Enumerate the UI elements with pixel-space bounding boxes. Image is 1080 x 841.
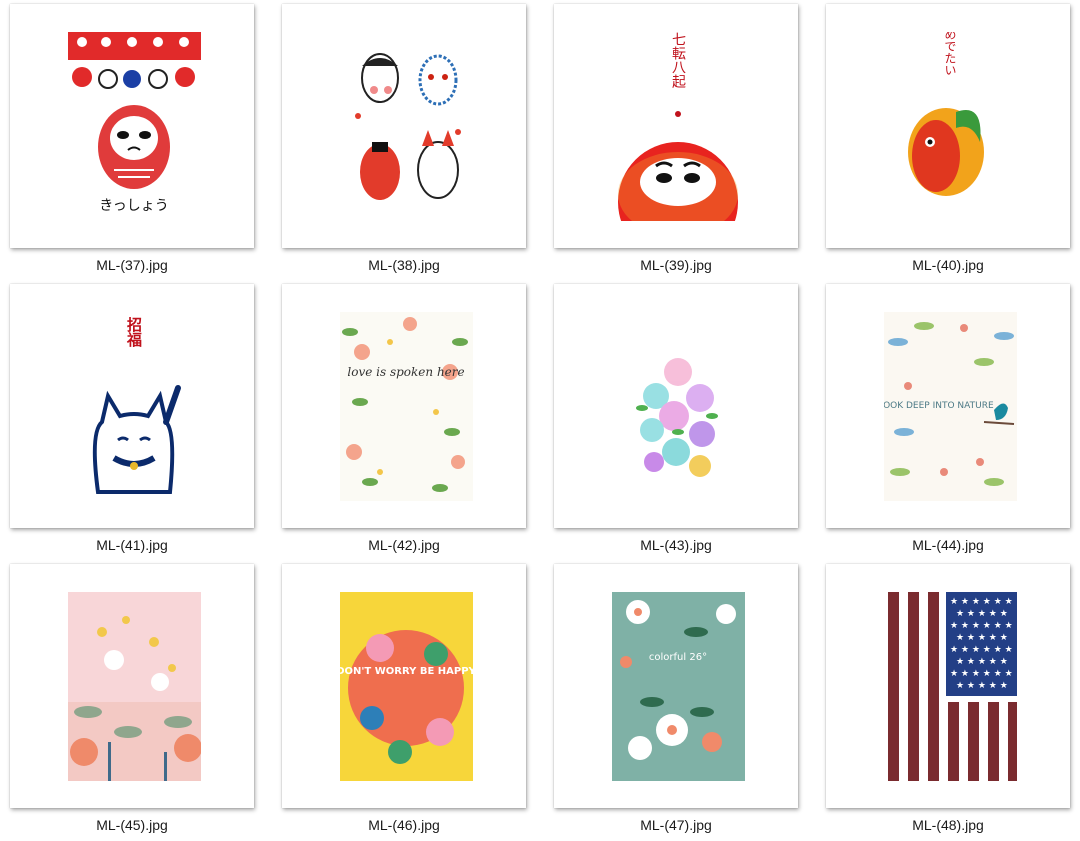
file-thumbnail[interactable]: colorful 26° — [554, 564, 798, 808]
file-name: ML-(45).jpg — [96, 817, 168, 833]
thumbnail-image — [612, 312, 745, 501]
file-thumbnail[interactable]: めでたい — [826, 4, 1070, 248]
svg-text:★ ★ ★ ★ ★: ★ ★ ★ ★ ★ — [956, 633, 1008, 643]
poster-text: きっしょう — [99, 198, 168, 214]
file-name: ML-(46).jpg — [368, 817, 440, 833]
file-thumbnail[interactable]: きっしょう — [10, 4, 254, 248]
file-thumbnail[interactable] — [10, 564, 254, 808]
poster-text: めでたい — [943, 32, 957, 76]
file-name: ML-(37).jpg — [96, 257, 168, 273]
file-thumbnail[interactable] — [554, 284, 798, 528]
file-name: ML-(39).jpg — [640, 257, 712, 273]
svg-text:★ ★ ★ ★ ★: ★ ★ ★ ★ ★ — [956, 681, 1008, 691]
file-thumbnail[interactable]: LOOK DEEP INTO NATURE — [826, 284, 1070, 528]
svg-text:★ ★ ★ ★ ★ ★: ★ ★ ★ ★ ★ ★ — [950, 597, 1013, 607]
thumbnail-image: LOOK DEEP INTO NATURE — [884, 312, 1017, 501]
poster-text: love is spoken here — [347, 365, 464, 379]
file-thumbnail[interactable]: DON'T WORRY BE HAPPY — [282, 564, 526, 808]
file-thumbnail[interactable]: love is spoken here — [282, 284, 526, 528]
file-name: ML-(40).jpg — [912, 257, 984, 273]
file-thumbnail[interactable]: 招福 — [10, 284, 254, 528]
thumbnail-image: きっしょう — [68, 32, 201, 221]
file-name: ML-(41).jpg — [96, 537, 168, 553]
thumbnail-image: 七転八起 — [612, 32, 745, 221]
thumbnail-image: DON'T WORRY BE HAPPY — [340, 592, 473, 781]
svg-text:★ ★ ★ ★ ★ ★: ★ ★ ★ ★ ★ ★ — [950, 621, 1013, 631]
svg-text:★ ★ ★ ★ ★ ★: ★ ★ ★ ★ ★ ★ — [950, 669, 1013, 679]
svg-text:★ ★ ★ ★ ★ ★: ★ ★ ★ ★ ★ ★ — [950, 645, 1013, 655]
thumbnail-grid: きっしょう ML-(37).jpg ML-(38).jpg 七転八起 ML-(3… — [0, 0, 1080, 841]
thumbnail-image — [68, 592, 201, 781]
file-name: ML-(48).jpg — [912, 817, 984, 833]
file-thumbnail[interactable]: ★ ★ ★ ★ ★ ★ ★ ★ ★ ★ ★ ★ ★ ★ ★ ★ ★ ★ ★ ★ … — [826, 564, 1070, 808]
thumbnail-image: love is spoken here — [340, 312, 473, 501]
file-thumbnail[interactable] — [282, 4, 526, 248]
file-name: ML-(42).jpg — [368, 537, 440, 553]
poster-text: LOOK DEEP INTO NATURE — [884, 401, 994, 411]
poster-text: DON'T WORRY BE HAPPY — [340, 666, 473, 677]
poster-text: 七転八起 — [670, 32, 686, 88]
svg-text:★ ★ ★ ★ ★: ★ ★ ★ ★ ★ — [956, 609, 1008, 619]
poster-text: 招福 — [125, 316, 143, 348]
file-name: ML-(47).jpg — [640, 817, 712, 833]
poster-text: colorful 26° — [649, 652, 707, 663]
file-name: ML-(44).jpg — [912, 537, 984, 553]
thumbnail-image: 招福 — [68, 312, 201, 501]
thumbnail-image: ★ ★ ★ ★ ★ ★ ★ ★ ★ ★ ★ ★ ★ ★ ★ ★ ★ ★ ★ ★ … — [884, 592, 1017, 781]
thumbnail-image — [340, 32, 473, 221]
file-name: ML-(43).jpg — [640, 537, 712, 553]
svg-text:★ ★ ★ ★ ★: ★ ★ ★ ★ ★ — [956, 657, 1008, 667]
thumbnail-image: colorful 26° — [612, 592, 745, 781]
file-name: ML-(38).jpg — [368, 257, 440, 273]
file-thumbnail[interactable]: 七転八起 — [554, 4, 798, 248]
thumbnail-image: めでたい — [884, 32, 1017, 221]
